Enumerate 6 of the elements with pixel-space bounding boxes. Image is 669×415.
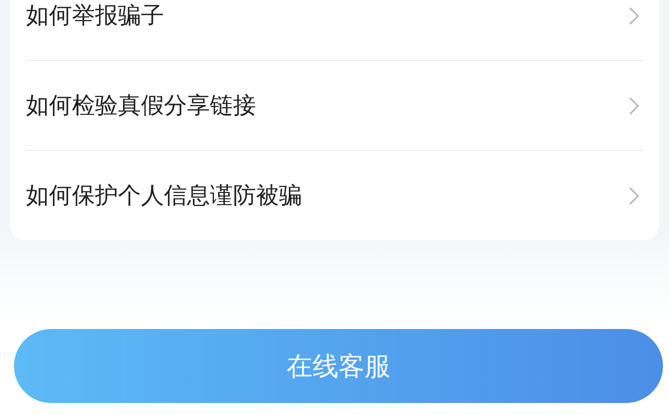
- chevron-right-icon: [629, 186, 639, 204]
- chevron-right-icon: [629, 96, 639, 114]
- help-list-item[interactable]: 如何检验真假分享链接: [26, 61, 643, 151]
- help-list-item[interactable]: 如何保护个人信息谨防被骗: [26, 151, 643, 240]
- help-list-item[interactable]: 如何举报骗子: [26, 0, 643, 61]
- chevron-right-icon: [629, 6, 639, 24]
